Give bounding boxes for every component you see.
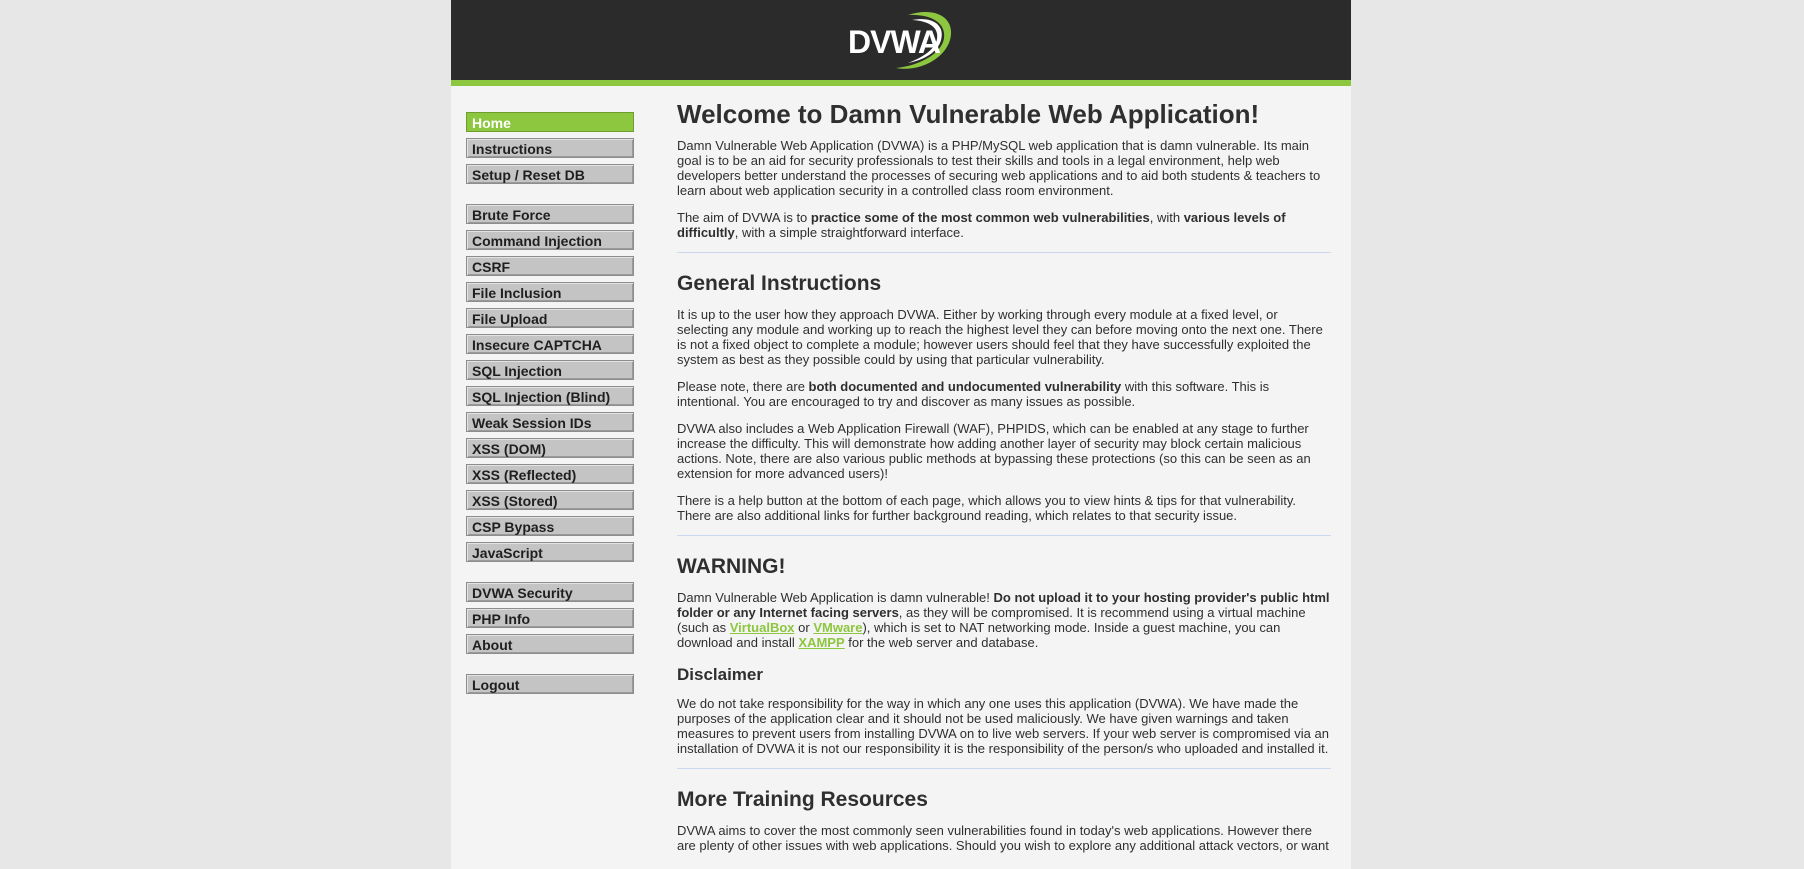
- aim-paragraph: The aim of DVWA is to practice some of t…: [677, 210, 1331, 240]
- menu-item-javascript[interactable]: JavaScript: [466, 542, 634, 562]
- general-paragraph-1: It is up to the user how they approach D…: [677, 307, 1323, 367]
- menu-item-xss-dom[interactable]: XSS (DOM): [466, 438, 634, 458]
- menu-group-vulnerabilities: Brute Force Command Injection CSRF File …: [466, 204, 636, 562]
- menu-group-settings: DVWA Security PHP Info About: [466, 582, 636, 654]
- training-paragraph: DVWA aims to cover the most commonly see…: [677, 823, 1329, 853]
- sidebar-menu: Home Instructions Setup / Reset DB Brute…: [466, 112, 636, 714]
- menu-item-insecure-captcha[interactable]: Insecure CAPTCHA: [466, 334, 634, 354]
- dvwa-logo[interactable]: DVWA: [846, 8, 958, 72]
- warning-text-1: Damn Vulnerable Web Application is damn …: [677, 590, 994, 605]
- vmware-link[interactable]: VMware: [813, 620, 862, 635]
- menu-item-about[interactable]: About: [466, 634, 634, 654]
- divider: [677, 252, 1331, 253]
- general-p2-text-1: Please note, there are: [677, 379, 809, 394]
- training-heading: More Training Resources: [677, 788, 928, 811]
- page-container: DVWA Home Instructions Setup / Reset DB …: [451, 0, 1351, 869]
- general-paragraph-3: DVWA also includes a Web Application Fir…: [677, 421, 1311, 481]
- general-instructions-heading: General Instructions: [677, 272, 882, 295]
- menu-item-csrf[interactable]: CSRF: [466, 256, 634, 276]
- menu-item-instructions[interactable]: Instructions: [466, 138, 634, 158]
- general-paragraph-4: There is a help button at the bottom of …: [677, 493, 1297, 523]
- page-title: Welcome to Damn Vulnerable Web Applicati…: [677, 99, 1260, 129]
- menu-item-home[interactable]: Home: [466, 112, 634, 132]
- header: DVWA: [451, 0, 1351, 86]
- virtualbox-link[interactable]: VirtualBox: [730, 620, 795, 635]
- menu-item-php-info[interactable]: PHP Info: [466, 608, 634, 628]
- aim-text-1: The aim of DVWA is to: [677, 210, 811, 225]
- menu-group-main: Home Instructions Setup / Reset DB: [466, 112, 636, 184]
- menu-item-command-injection[interactable]: Command Injection: [466, 230, 634, 250]
- general-p2-bold: both documented and undocumented vulnera…: [808, 379, 1122, 394]
- divider: [677, 535, 1331, 536]
- disclaimer-paragraph: We do not take responsibility for the wa…: [677, 696, 1329, 756]
- aim-text-2: , with: [1149, 210, 1184, 225]
- xampp-link[interactable]: XAMPP: [798, 635, 844, 650]
- menu-item-setup[interactable]: Setup / Reset DB: [466, 164, 634, 184]
- general-paragraph-2: Please note, there are both documented a…: [677, 379, 1331, 409]
- menu-item-brute-force[interactable]: Brute Force: [466, 204, 634, 224]
- warning-text-5: for the web server and database.: [844, 635, 1039, 650]
- menu-item-file-inclusion[interactable]: File Inclusion: [466, 282, 634, 302]
- menu-item-dvwa-security[interactable]: DVWA Security: [466, 582, 634, 602]
- warning-text-3: or: [794, 620, 814, 635]
- aim-bold-1: practice some of the most common web vul…: [810, 210, 1150, 225]
- menu-item-file-upload[interactable]: File Upload: [466, 308, 634, 328]
- main-content: Welcome to Damn Vulnerable Web Applicati…: [677, 98, 1331, 865]
- warning-paragraph: Damn Vulnerable Web Application is damn …: [677, 590, 1331, 650]
- warning-heading: WARNING!: [677, 555, 786, 578]
- aim-text-3: , with a simple straightforward interfac…: [734, 225, 964, 240]
- svg-text:DVWA: DVWA: [848, 24, 941, 60]
- menu-item-logout[interactable]: Logout: [466, 674, 634, 694]
- disclaimer-heading: Disclaimer: [677, 665, 763, 684]
- menu-item-sql-injection-blind[interactable]: SQL Injection (Blind): [466, 386, 634, 406]
- menu-item-csp-bypass[interactable]: CSP Bypass: [466, 516, 634, 536]
- menu-item-sql-injection[interactable]: SQL Injection: [466, 360, 634, 380]
- divider: [677, 768, 1331, 769]
- intro-paragraph: Damn Vulnerable Web Application (DVWA) i…: [677, 138, 1321, 198]
- menu-item-xss-reflected[interactable]: XSS (Reflected): [466, 464, 634, 484]
- menu-item-weak-session-ids[interactable]: Weak Session IDs: [466, 412, 634, 432]
- menu-group-logout: Logout: [466, 674, 636, 694]
- menu-item-xss-stored[interactable]: XSS (Stored): [466, 490, 634, 510]
